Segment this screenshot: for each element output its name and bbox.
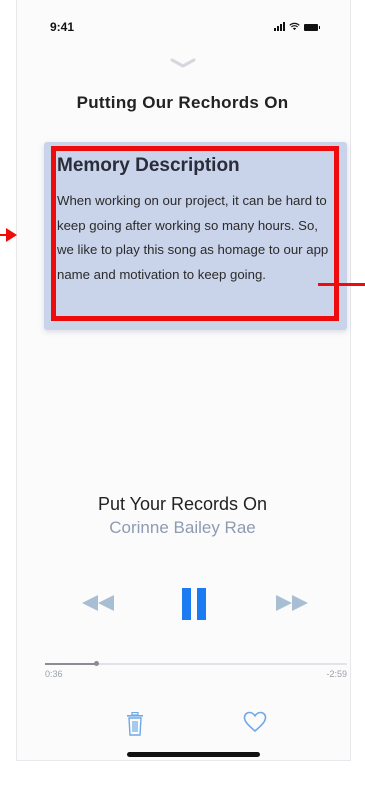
wifi-icon — [289, 22, 300, 31]
progress-fill — [45, 663, 97, 665]
home-indicator[interactable] — [127, 752, 260, 757]
status-icons — [274, 22, 320, 31]
elapsed-time: 0:36 — [45, 669, 63, 679]
trash-icon[interactable] — [126, 712, 144, 736]
fast-forward-icon[interactable] — [275, 594, 309, 612]
annotation-line — [318, 283, 365, 286]
heart-icon[interactable] — [243, 711, 267, 733]
remaining-time: -2:59 — [326, 669, 347, 679]
status-time: 9:41 — [50, 20, 75, 34]
battery-icon — [304, 24, 320, 31]
phone-screen: 9:41 — [16, 0, 351, 761]
annotation-arrow-icon — [0, 228, 17, 242]
memory-description: When working on our project, it can be h… — [57, 193, 329, 282]
rewind-icon[interactable] — [81, 594, 115, 612]
signal-icon — [274, 22, 285, 31]
pause-icon[interactable] — [181, 587, 208, 621]
chevron-down-icon[interactable] — [170, 58, 196, 68]
page-title: Putting Our Rechords On — [76, 93, 289, 112]
track-title: Put Your Records On — [97, 494, 268, 514]
progress-bar[interactable] — [45, 661, 347, 666]
track-artist: Corinne Bailey Rae — [109, 518, 256, 537]
memory-heading: Memory Description — [57, 155, 240, 176]
